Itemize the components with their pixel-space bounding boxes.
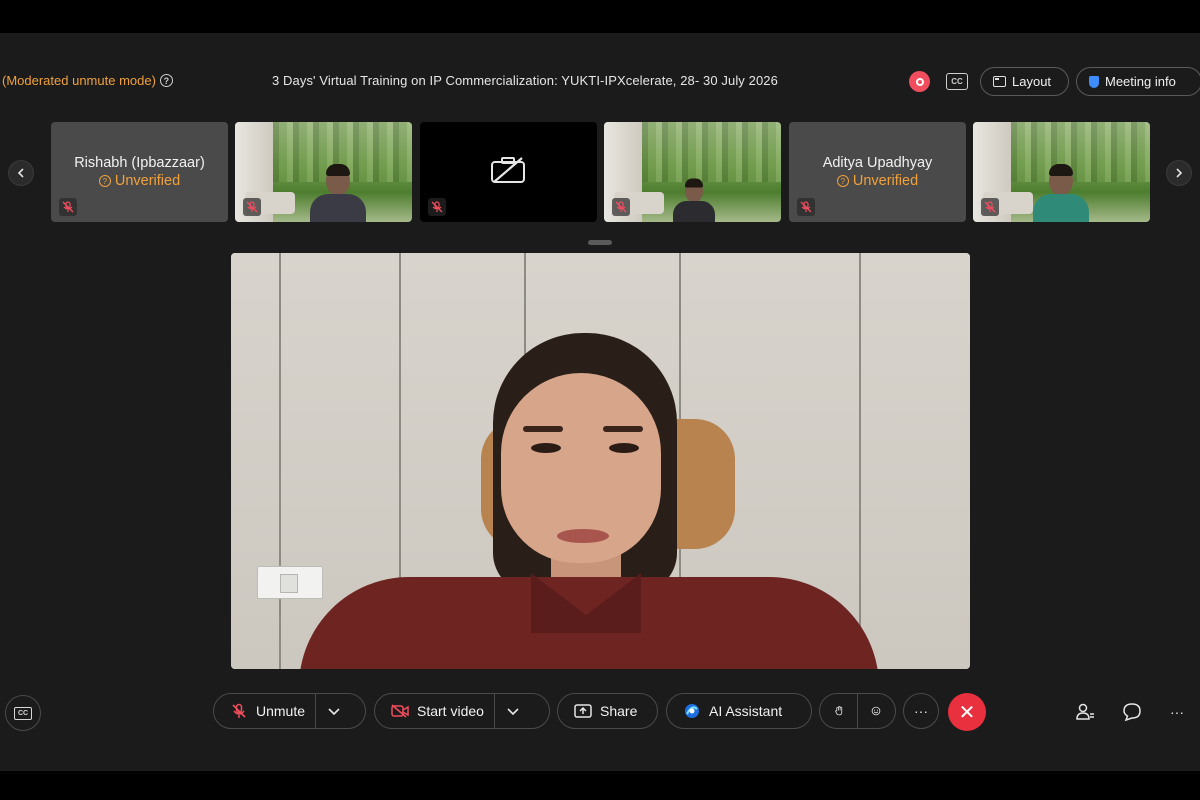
end-call-button[interactable]: ✕ xyxy=(948,693,986,731)
close-icon: ✕ xyxy=(958,701,976,724)
more-options-button[interactable]: ··· xyxy=(903,693,939,729)
camera-off-icon xyxy=(491,157,525,183)
record-icon xyxy=(915,77,924,86)
participant-status-label: Unverified xyxy=(114,173,181,189)
muted-mic-icon xyxy=(243,198,261,216)
more-icon: ··· xyxy=(1170,704,1184,720)
participant-status: ? Unverified xyxy=(836,173,919,189)
meeting-info-label: Meeting info xyxy=(1105,74,1176,89)
ai-assistant-icon xyxy=(681,700,703,722)
wall-panel xyxy=(861,253,970,669)
participants-icon xyxy=(1076,703,1094,720)
chevron-left-icon xyxy=(17,168,24,178)
emoji-icon xyxy=(872,706,881,716)
meeting-title: 3 Days' Virtual Training on IP Commercia… xyxy=(272,73,778,88)
unmute-button[interactable]: Unmute xyxy=(250,703,315,719)
chevron-down-icon xyxy=(328,708,340,716)
video-options-button[interactable] xyxy=(495,693,531,729)
muted-mic-icon xyxy=(428,198,446,216)
closed-captions-icon[interactable]: CC xyxy=(946,73,968,90)
unmute-mode-label: (Moderated unmute mode) xyxy=(2,73,156,88)
speaker-eye xyxy=(531,443,561,453)
background-trees xyxy=(642,122,781,182)
unmute-mode-indicator[interactable]: (Moderated unmute mode) ? xyxy=(2,73,173,88)
meeting-window: (Moderated unmute mode) ? 3 Days' Virtua… xyxy=(0,33,1200,771)
muted-mic-icon[interactable] xyxy=(228,700,250,722)
meeting-info-button[interactable]: Meeting info xyxy=(1076,67,1200,96)
speaker-brow xyxy=(523,426,563,432)
muted-mic-icon xyxy=(981,198,999,216)
reactions-group xyxy=(819,693,896,729)
participant-video xyxy=(1033,164,1089,222)
participant-tile[interactable] xyxy=(973,122,1150,222)
participant-tile[interactable] xyxy=(235,122,412,222)
active-speaker-video[interactable] xyxy=(231,253,970,669)
participant-tile[interactable]: Aditya Upadhyay ? Unverified xyxy=(789,122,966,222)
start-video-button[interactable]: Start video xyxy=(411,703,494,719)
wall-panel xyxy=(231,253,281,669)
chat-button[interactable] xyxy=(1119,699,1145,725)
muted-mic-icon xyxy=(797,198,815,216)
wall-switch xyxy=(257,566,323,599)
previous-participants-button[interactable] xyxy=(8,160,34,186)
layout-icon xyxy=(993,76,1006,87)
speaker-eye xyxy=(609,443,639,453)
ai-assistant-button[interactable]: AI Assistant xyxy=(666,693,812,729)
chevron-right-icon xyxy=(1176,168,1183,178)
recording-indicator[interactable] xyxy=(909,71,930,92)
layout-label: Layout xyxy=(1012,74,1052,89)
unverified-icon: ? xyxy=(98,175,111,187)
more-panels-button[interactable]: ··· xyxy=(1164,699,1190,725)
participants-button[interactable] xyxy=(1072,699,1098,725)
chat-icon xyxy=(1123,703,1141,722)
participant-tile[interactable]: Rishabh (Ipbazzaar) ? Unverified xyxy=(51,122,228,222)
participant-video xyxy=(673,178,715,222)
participant-video xyxy=(310,164,366,222)
muted-mic-icon xyxy=(612,198,630,216)
share-label: Share xyxy=(600,703,638,719)
video-control: Start video xyxy=(374,693,550,729)
speaker-lips xyxy=(557,529,609,543)
layout-button[interactable]: Layout xyxy=(980,67,1069,96)
speaker-brow xyxy=(603,426,643,432)
chevron-down-icon xyxy=(507,708,519,716)
raise-hand-button[interactable] xyxy=(820,693,857,729)
share-button[interactable]: Share xyxy=(557,693,658,729)
next-participants-button[interactable] xyxy=(1166,160,1192,186)
participant-status-label: Unverified xyxy=(852,173,919,189)
reactions-button[interactable] xyxy=(858,693,895,729)
participant-status: ? Unverified xyxy=(98,173,181,189)
muted-mic-icon xyxy=(59,198,77,216)
help-icon[interactable]: ? xyxy=(159,74,173,87)
raise-hand-icon xyxy=(834,706,842,716)
unverified-icon: ? xyxy=(836,175,849,187)
video-off-icon[interactable] xyxy=(389,700,411,722)
ai-assistant-label: AI Assistant xyxy=(709,703,783,719)
participant-tile[interactable] xyxy=(420,122,597,222)
participant-name: Rishabh (Ipbazzaar) xyxy=(74,155,205,171)
audio-options-button[interactable] xyxy=(316,693,352,729)
shield-icon xyxy=(1089,75,1099,88)
participant-tile[interactable] xyxy=(604,122,781,222)
closed-captions-icon: CC xyxy=(14,706,32,720)
resize-handle[interactable] xyxy=(588,240,612,245)
participant-name: Aditya Upadhyay xyxy=(822,155,933,171)
unmute-control: Unmute xyxy=(213,693,366,729)
share-screen-icon xyxy=(572,700,594,722)
captions-button[interactable]: CC xyxy=(5,695,41,731)
